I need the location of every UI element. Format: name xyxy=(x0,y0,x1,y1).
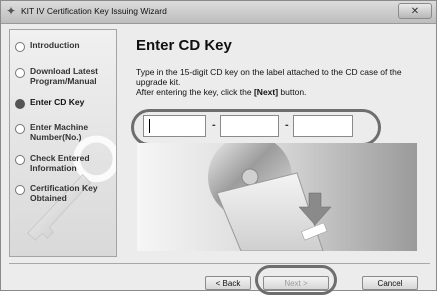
page-title: Enter CD Key xyxy=(136,37,232,54)
window-title: KIT IV Certification Key Issuing Wizard xyxy=(21,6,167,16)
step-label-line2: Obtained xyxy=(30,193,67,203)
step-bullet-icon xyxy=(15,42,25,52)
step-enter-machine-number: Enter Machine Number(No.) xyxy=(15,122,88,142)
close-icon[interactable]: ✕ xyxy=(399,4,431,18)
cd-case-image xyxy=(137,143,417,251)
step-label-line2: Number(No.) xyxy=(30,132,82,142)
instruction-line: upgrade kit. xyxy=(136,77,181,87)
next-reference: [Next] xyxy=(253,87,279,97)
cd-case-illustration xyxy=(137,143,417,251)
step-label-line2: Information xyxy=(30,163,77,173)
wizard-app-icon: ✦ xyxy=(6,4,17,18)
wizard-window: ✦ KIT IV Certification Key Issuing Wizar… xyxy=(0,0,437,295)
button-separator xyxy=(9,263,430,264)
back-button[interactable]: < Back xyxy=(205,276,251,290)
instructions: Type in the 15-digit CD key on the label… xyxy=(136,67,402,97)
cd-key-field-3[interactable] xyxy=(293,115,353,137)
instruction-line: Type in the 15-digit CD key on the label… xyxy=(136,67,402,77)
step-bullet-icon xyxy=(15,68,25,78)
close-button[interactable]: ✕ xyxy=(398,3,432,19)
key-illustration xyxy=(26,135,116,241)
step-label: Enter CD Key xyxy=(30,97,85,107)
next-button[interactable]: Next > xyxy=(263,276,329,290)
step-bullet-icon xyxy=(15,124,25,134)
step-introduction: Introduction xyxy=(15,40,80,52)
step-check-entered-information: Check Entered Information xyxy=(15,153,90,173)
step-certification-key-obtained: Certification Key Obtained xyxy=(15,183,98,203)
cancel-button[interactable]: Cancel xyxy=(362,276,418,290)
step-bullet-icon xyxy=(15,185,25,195)
instruction-line: After entering the key, click the [Next]… xyxy=(136,87,307,97)
text-caret xyxy=(149,119,150,133)
step-label: Enter Machine xyxy=(30,122,89,132)
step-label: Check Entered xyxy=(30,153,90,163)
key-separator: - xyxy=(285,119,289,131)
step-enter-cd-key: Enter CD Key xyxy=(15,97,84,109)
step-bullet-active-icon xyxy=(15,99,25,109)
step-download-latest: Download Latest Program/Manual xyxy=(15,66,98,86)
key-separator: - xyxy=(212,119,216,131)
step-bullet-icon xyxy=(15,155,25,165)
step-label-line2: Program/Manual xyxy=(30,76,97,86)
cd-key-field-2[interactable] xyxy=(220,115,279,137)
step-label: Certification Key xyxy=(30,183,98,193)
step-label: Download Latest xyxy=(30,66,99,76)
cd-key-field-1[interactable] xyxy=(143,115,206,137)
title-bar: ✦ KIT IV Certification Key Issuing Wizar… xyxy=(1,1,436,24)
wizard-steps-sidebar: Introduction Download Latest Program/Man… xyxy=(9,29,117,257)
step-label: Introduction xyxy=(30,40,80,50)
